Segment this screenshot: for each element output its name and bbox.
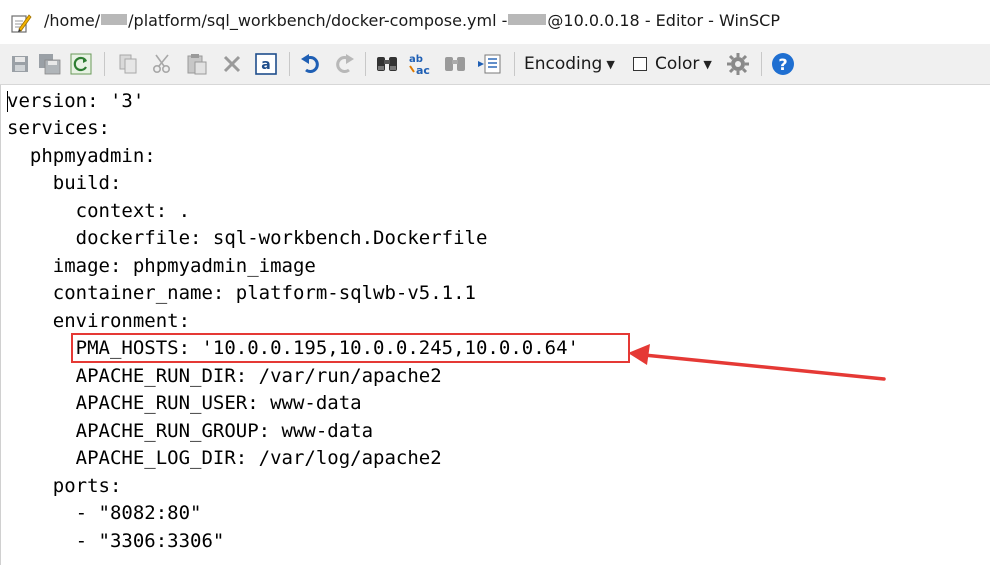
code-line[interactable]: phpmyadmin: (7, 143, 156, 170)
code-line[interactable]: build: (7, 170, 122, 197)
annotation-arrow (628, 344, 886, 381)
toolbar-separator (514, 52, 515, 76)
title-path-start: /home/ (44, 11, 101, 30)
redacted-host-user (508, 14, 547, 25)
code-line[interactable]: context: . (7, 198, 190, 225)
delete-icon[interactable] (220, 51, 244, 77)
code-line[interactable]: APACHE_RUN_DIR: /var/run/apache2 (7, 363, 442, 390)
color-checkbox[interactable] (630, 51, 650, 77)
toolbar-separator (365, 52, 366, 76)
goto-line-icon[interactable] (475, 51, 503, 77)
editor-pencil-icon (10, 12, 32, 34)
svg-text:ac: ac (416, 64, 430, 76)
svg-text:a: a (261, 57, 270, 73)
save-icon[interactable] (8, 51, 32, 77)
paste-icon[interactable] (184, 51, 210, 77)
checkbox-box (633, 57, 647, 71)
chevron-down-icon: ▼ (606, 57, 615, 71)
encoding-dropdown[interactable]: Encoding ▼ (524, 51, 620, 77)
code-line[interactable]: - "8082:80" (7, 500, 202, 527)
svg-text:?: ? (778, 55, 787, 74)
code-line[interactable]: version: '3' (7, 88, 144, 115)
title-path-rest: /platform/sql_workbench/docker-compose.y… (128, 11, 508, 30)
code-line[interactable]: APACHE_RUN_USER: www-data (7, 390, 362, 417)
code-line[interactable]: APACHE_RUN_GROUP: www-data (7, 418, 373, 445)
toolbar-separator (761, 52, 762, 76)
undo-icon[interactable] (298, 51, 324, 77)
toolbar-separator (289, 52, 290, 76)
code-line[interactable]: container_name: platform-sqlwb-v5.1.1 (7, 280, 476, 307)
chevron-down-icon: ▼ (703, 57, 712, 71)
redacted-username (101, 14, 128, 25)
cut-icon[interactable] (150, 51, 174, 77)
code-line[interactable]: image: phpmyadmin_image (7, 253, 316, 280)
copy-icon[interactable] (116, 51, 140, 77)
title-bar: /home/ /platform/sql_workbench/docker-co… (0, 0, 990, 44)
window-title: /home/ /platform/sql_workbench/docker-co… (44, 11, 780, 30)
color-dropdown[interactable]: Color ▼ (655, 51, 721, 77)
settings-icon[interactable] (724, 51, 752, 77)
toolbar-separator (104, 52, 105, 76)
color-label: Color (655, 54, 700, 74)
help-icon[interactable]: ? (768, 51, 798, 77)
code-line[interactable]: ports: (7, 473, 122, 500)
reload-icon[interactable] (68, 51, 94, 77)
find-next-icon[interactable] (441, 51, 469, 77)
title-host: @10.0.0.18 - Editor - WinSCP (547, 11, 780, 30)
code-line[interactable]: environment: (7, 308, 190, 335)
code-line[interactable]: APACHE_LOG_DIR: /var/log/apache2 (7, 445, 442, 472)
code-line[interactable]: services: (7, 115, 110, 142)
find-icon[interactable] (373, 51, 401, 77)
redo-icon[interactable] (331, 51, 357, 77)
select-all-icon[interactable]: a (253, 51, 279, 77)
code-line[interactable]: dockerfile: sql-workbench.Dockerfile (7, 225, 488, 252)
save-as-icon[interactable] (36, 51, 64, 77)
text-editor[interactable]: version: '3' services: phpmyadmin: build… (0, 85, 990, 565)
toolbar: a ab ac Encoding ▼ Color ▼ ? (0, 44, 990, 85)
code-line[interactable]: - "3306:3306" (7, 528, 225, 555)
encoding-label: Encoding (524, 54, 603, 74)
replace-icon[interactable]: ab ac (406, 51, 434, 77)
highlight-box (71, 333, 630, 363)
